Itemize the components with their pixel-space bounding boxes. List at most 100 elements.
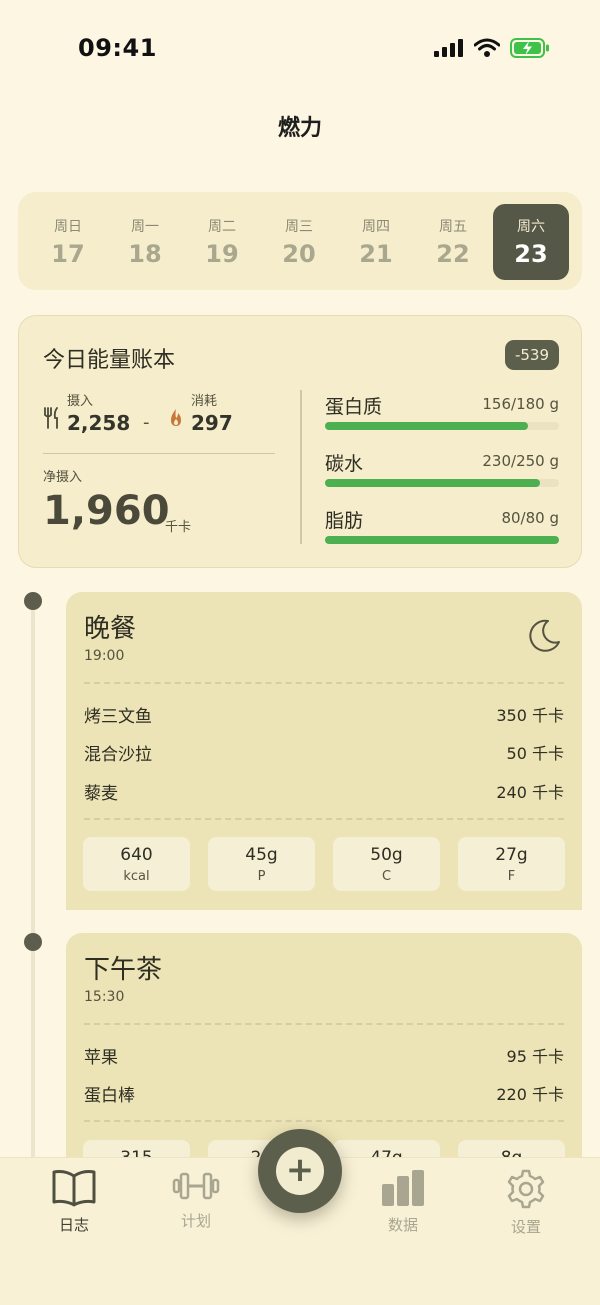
day-name: 周五 xyxy=(439,219,467,235)
day-name: 周一 xyxy=(131,219,159,235)
stat-kcal: 640 kcal xyxy=(83,837,190,891)
nav-tab-settings[interactable]: 设置 xyxy=(481,1168,571,1237)
meal-time: 15:30 xyxy=(84,989,125,1005)
net-intake-label: 净摄入 xyxy=(43,470,83,485)
stat-value: 50g xyxy=(370,845,403,865)
food-kcal: 350 千卡 xyxy=(496,706,564,725)
macro-value: 80/80 g xyxy=(501,509,559,527)
macro-name: 蛋白质 xyxy=(325,396,383,418)
stat-carbs: 50g C xyxy=(333,837,440,891)
meal-title: 晚餐 xyxy=(84,614,137,644)
food-kcal: 50 千卡 xyxy=(506,744,564,763)
gear-icon xyxy=(507,1169,545,1209)
food-kcal: 220 千卡 xyxy=(496,1085,564,1104)
dashed-divider xyxy=(84,1120,564,1122)
divider xyxy=(43,453,275,454)
stat-value: 45g xyxy=(245,845,278,865)
progress-fill xyxy=(325,422,528,430)
food-item[interactable]: 烤三文鱼 350 千卡 xyxy=(84,702,564,728)
stat-value: 640 xyxy=(120,845,153,865)
stat-fat: 27g F xyxy=(458,837,565,891)
burn-value: 297 xyxy=(191,411,233,435)
day-name: 周三 xyxy=(285,219,313,235)
intake-block: 摄入 2,258 xyxy=(43,394,130,436)
dashed-divider xyxy=(84,682,564,684)
flame-icon xyxy=(171,409,181,426)
burn-label: 消耗 xyxy=(191,394,218,409)
nav-label: 设置 xyxy=(510,1218,541,1236)
day-fri[interactable]: 周五 22 xyxy=(415,204,491,280)
nav-tab-plan[interactable]: 计划 xyxy=(151,1168,241,1231)
net-intake-value: 1,960 xyxy=(43,488,170,534)
day-name: 周六 xyxy=(517,219,545,235)
meal-title: 下午茶 xyxy=(84,955,163,985)
day-thu[interactable]: 周四 21 xyxy=(338,204,414,280)
food-item[interactable]: 苹果 95 千卡 xyxy=(84,1043,564,1069)
macro-carbs: 碳水 230/250 g xyxy=(325,449,559,499)
dumbbell-icon xyxy=(172,1172,220,1200)
fork-knife-icon xyxy=(44,407,58,429)
food-kcal: 95 千卡 xyxy=(506,1047,564,1066)
wifi-icon xyxy=(474,38,500,57)
status-icons xyxy=(434,38,550,58)
add-entry-button[interactable]: + xyxy=(258,1129,342,1213)
moon-icon xyxy=(529,619,560,652)
burn-block: 消耗 297 xyxy=(167,394,233,436)
stat-unit: F xyxy=(507,869,516,884)
minus-sign: - xyxy=(143,412,150,433)
macro-fat: 脂肪 80/80 g xyxy=(325,506,559,556)
bar-chart-icon xyxy=(382,1170,424,1206)
food-item[interactable]: 藜麦 240 千卡 xyxy=(84,779,564,805)
energy-ledger-card: 今日能量账本 -539 摄入 2,258 - 消耗 297 净摄入 1,960 … xyxy=(18,315,582,568)
week-strip: 周日 17 周一 18 周二 19 周三 20 周四 21 周五 22 周六 2… xyxy=(18,192,582,290)
day-number: 18 xyxy=(128,240,162,268)
stat-unit: P xyxy=(257,869,266,884)
dashed-divider xyxy=(84,1023,564,1025)
food-kcal: 240 千卡 xyxy=(496,783,564,802)
food-name: 蛋白棒 xyxy=(84,1086,135,1106)
macro-name: 碳水 xyxy=(325,453,364,475)
food-item[interactable]: 混合沙拉 50 千卡 xyxy=(84,740,564,766)
macro-value: 230/250 g xyxy=(482,452,559,470)
stat-unit: C xyxy=(381,869,392,884)
nav-tab-data[interactable]: 数据 xyxy=(358,1168,448,1235)
food-name: 苹果 xyxy=(84,1048,118,1068)
day-name: 周日 xyxy=(54,219,82,235)
nav-label: 数据 xyxy=(387,1216,418,1234)
day-name: 周二 xyxy=(208,219,236,235)
intake-value: 2,258 xyxy=(67,411,131,435)
day-sat-selected[interactable]: 周六 23 xyxy=(493,204,569,280)
food-item[interactable]: 蛋白棒 220 千卡 xyxy=(84,1081,564,1107)
book-icon xyxy=(52,1170,96,1207)
plus-icon: + xyxy=(276,1147,324,1195)
day-mon[interactable]: 周一 18 xyxy=(107,204,183,280)
intake-label: 摄入 xyxy=(67,394,94,409)
macro-protein: 蛋白质 156/180 g xyxy=(325,392,559,442)
progress-fill xyxy=(325,536,559,544)
meal-card-dinner[interactable]: 晚餐 19:00 烤三文鱼 350 千卡 混合沙拉 50 千卡 藜麦 240 千… xyxy=(66,592,582,910)
vertical-divider xyxy=(300,390,302,544)
stat-protein: 45g P xyxy=(208,837,315,891)
food-name: 烤三文鱼 xyxy=(84,707,152,727)
battery-charging-icon xyxy=(510,38,549,58)
day-sun[interactable]: 周日 17 xyxy=(30,204,106,280)
balance-badge: -539 xyxy=(504,340,559,370)
day-tue[interactable]: 周二 19 xyxy=(184,204,260,280)
meal-time: 19:00 xyxy=(84,648,125,664)
progress-fill xyxy=(325,479,541,487)
meal-stats: 640 kcal 45g P 50g C 27g F xyxy=(83,837,565,891)
day-number: 23 xyxy=(514,240,548,268)
day-wed[interactable]: 周三 20 xyxy=(261,204,337,280)
food-name: 混合沙拉 xyxy=(84,745,152,765)
timeline-dot xyxy=(24,592,42,610)
day-name: 周四 xyxy=(362,219,390,235)
day-number: 21 xyxy=(359,240,393,268)
nav-tab-log[interactable]: 日志 xyxy=(29,1168,119,1235)
stat-value: 27g xyxy=(495,845,528,865)
stat-unit: kcal xyxy=(123,869,150,884)
progress-track xyxy=(325,536,559,544)
nav-label: 日志 xyxy=(58,1216,89,1234)
status-time: 09:41 xyxy=(78,34,157,62)
ledger-title: 今日能量账本 xyxy=(43,348,176,373)
status-bar: 09:41 xyxy=(0,0,600,96)
